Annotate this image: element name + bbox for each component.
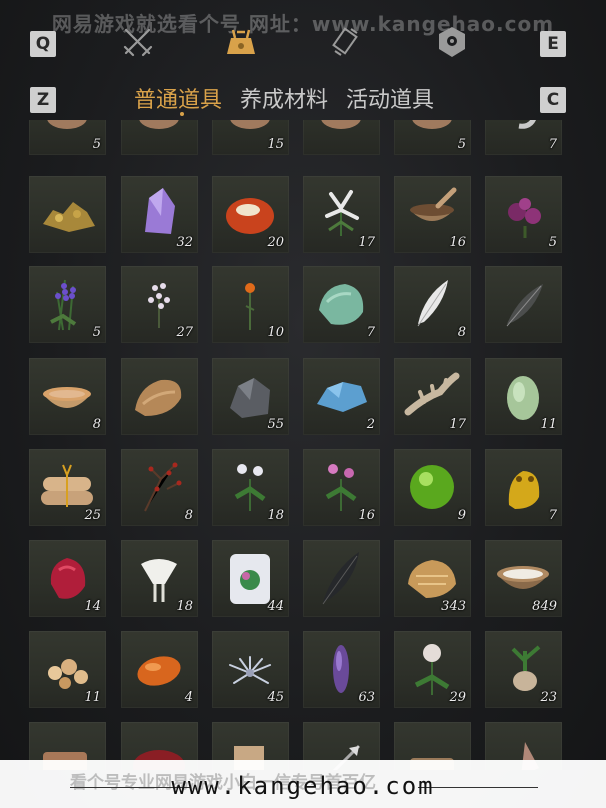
item-count: 11 — [540, 417, 557, 432]
inventory-slot[interactable]: 25 — [29, 449, 106, 526]
item-count: 8 — [92, 417, 101, 432]
inventory-slot[interactable]: 8 — [121, 449, 198, 526]
item-count: 16 — [449, 235, 466, 250]
inventory-slot[interactable]: 29 — [394, 631, 471, 708]
item-count: 20 — [267, 235, 284, 250]
item-count: 849 — [532, 599, 557, 614]
item-count: 32 — [176, 235, 193, 250]
item-count: 17 — [358, 235, 375, 250]
item-count: 8 — [184, 508, 193, 523]
item-count: 10 — [267, 325, 284, 340]
banner-url: www.kangehao.com — [171, 772, 435, 800]
item-count: 8 — [457, 325, 466, 340]
item-count: 5 — [92, 325, 101, 340]
inventory-grid: 5 15 5 7 32 20 17 16 5 5 27 10 7 8 8 55 2 17 11 25 8 18 16 9 7 14… — [29, 120, 569, 770]
inventory-slot[interactable]: 32 — [121, 176, 198, 253]
inventory-slot[interactable]: 17 — [394, 358, 471, 435]
item-count: 5 — [92, 137, 101, 152]
badge-icon[interactable] — [432, 22, 472, 62]
item-count: 7 — [548, 137, 557, 152]
inventory-slot[interactable]: 11 — [29, 631, 106, 708]
inventory-slot[interactable]: 2 — [303, 358, 380, 435]
item-count: 14 — [84, 599, 101, 614]
key-q-badge[interactable]: Q — [30, 31, 56, 57]
inventory-slot[interactable]: 44 — [212, 540, 289, 617]
item-count: 63 — [358, 690, 375, 705]
item-count: 18 — [176, 599, 193, 614]
item-count: 16 — [358, 508, 375, 523]
inventory-slot[interactable]: 27 — [121, 266, 198, 343]
inventory-slot[interactable] — [29, 176, 106, 253]
inventory-slot[interactable]: 18 — [212, 449, 289, 526]
inventory-slot[interactable]: 10 — [212, 266, 289, 343]
inventory-slot[interactable]: 14 — [29, 540, 106, 617]
item-count: 5 — [457, 137, 466, 152]
item-count: 44 — [267, 599, 284, 614]
inventory-slot[interactable]: 5 — [485, 176, 562, 253]
inventory-slot[interactable]: 7 — [303, 266, 380, 343]
key-z-badge[interactable]: Z — [30, 87, 56, 113]
inventory-slot[interactable]: 11 — [485, 358, 562, 435]
tab-event-items[interactable]: 活动道具 — [346, 82, 434, 114]
item-count: 7 — [366, 325, 375, 340]
bottom-watermark-banner: 看个号专业网易游戏小白一信专号首百亿 www.kangehao.com — [0, 760, 606, 808]
item-count: 29 — [449, 690, 466, 705]
item-count: 18 — [267, 508, 284, 523]
inventory-slot[interactable]: 8 — [394, 266, 471, 343]
inventory-slot[interactable]: 23 — [485, 631, 562, 708]
inventory-slot[interactable]: 15 — [212, 120, 289, 155]
item-count: 45 — [267, 690, 284, 705]
category-tabs: 普通道具 养成材料 活动道具 — [134, 82, 434, 114]
inventory-slot[interactable]: 16 — [394, 176, 471, 253]
item-count: 15 — [267, 137, 284, 152]
item-count: 25 — [84, 508, 101, 523]
inventory-slot[interactable]: 5 — [394, 120, 471, 155]
inventory-slot[interactable]: 55 — [212, 358, 289, 435]
item-count: 55 — [267, 417, 284, 432]
item-count: 4 — [184, 690, 193, 705]
item-count: 2 — [366, 417, 375, 432]
tab-materials[interactable]: 养成材料 — [240, 82, 328, 114]
inventory-slot[interactable] — [303, 540, 380, 617]
item-count: 7 — [548, 508, 557, 523]
inventory-slot[interactable]: 16 — [303, 449, 380, 526]
inventory-slot[interactable]: 5 — [29, 266, 106, 343]
inventory-slot[interactable] — [303, 120, 380, 155]
top-watermark: 网易游戏就选看个号 网址：www.kangehao.com — [51, 12, 555, 36]
item-count: 27 — [176, 325, 193, 340]
inventory-slot[interactable]: 9 — [394, 449, 471, 526]
inventory-slot[interactable]: 8 — [29, 358, 106, 435]
key-e-badge[interactable]: E — [540, 31, 566, 57]
inventory-slot[interactable]: 849 — [485, 540, 562, 617]
item-count: 5 — [548, 235, 557, 250]
pouch-icon[interactable] — [221, 22, 261, 62]
item-count: 23 — [540, 690, 557, 705]
inventory-slot[interactable]: 63 — [303, 631, 380, 708]
inventory-slot[interactable] — [121, 358, 198, 435]
active-tab-indicator — [180, 112, 184, 116]
crossed-swords-icon[interactable] — [118, 22, 158, 62]
scroll-icon[interactable] — [326, 22, 366, 62]
inventory-slot[interactable] — [121, 120, 198, 155]
inventory-slot[interactable]: 45 — [212, 631, 289, 708]
item-count: 343 — [441, 599, 466, 614]
inventory-slot[interactable]: 7 — [485, 449, 562, 526]
item-count: 17 — [449, 417, 466, 432]
tab-common-items[interactable]: 普通道具 — [134, 82, 222, 114]
item-count: 9 — [457, 508, 466, 523]
key-c-badge[interactable]: C — [540, 87, 566, 113]
item-count: 11 — [84, 690, 101, 705]
inventory-slot[interactable]: 7 — [485, 120, 562, 155]
inventory-slot[interactable] — [485, 266, 562, 343]
inventory-slot[interactable]: 20 — [212, 176, 289, 253]
inventory-slot[interactable]: 18 — [121, 540, 198, 617]
inventory-slot[interactable]: 5 — [29, 120, 106, 155]
inventory-slot[interactable]: 4 — [121, 631, 198, 708]
inventory-slot[interactable]: 17 — [303, 176, 380, 253]
inventory-slot[interactable]: 343 — [394, 540, 471, 617]
